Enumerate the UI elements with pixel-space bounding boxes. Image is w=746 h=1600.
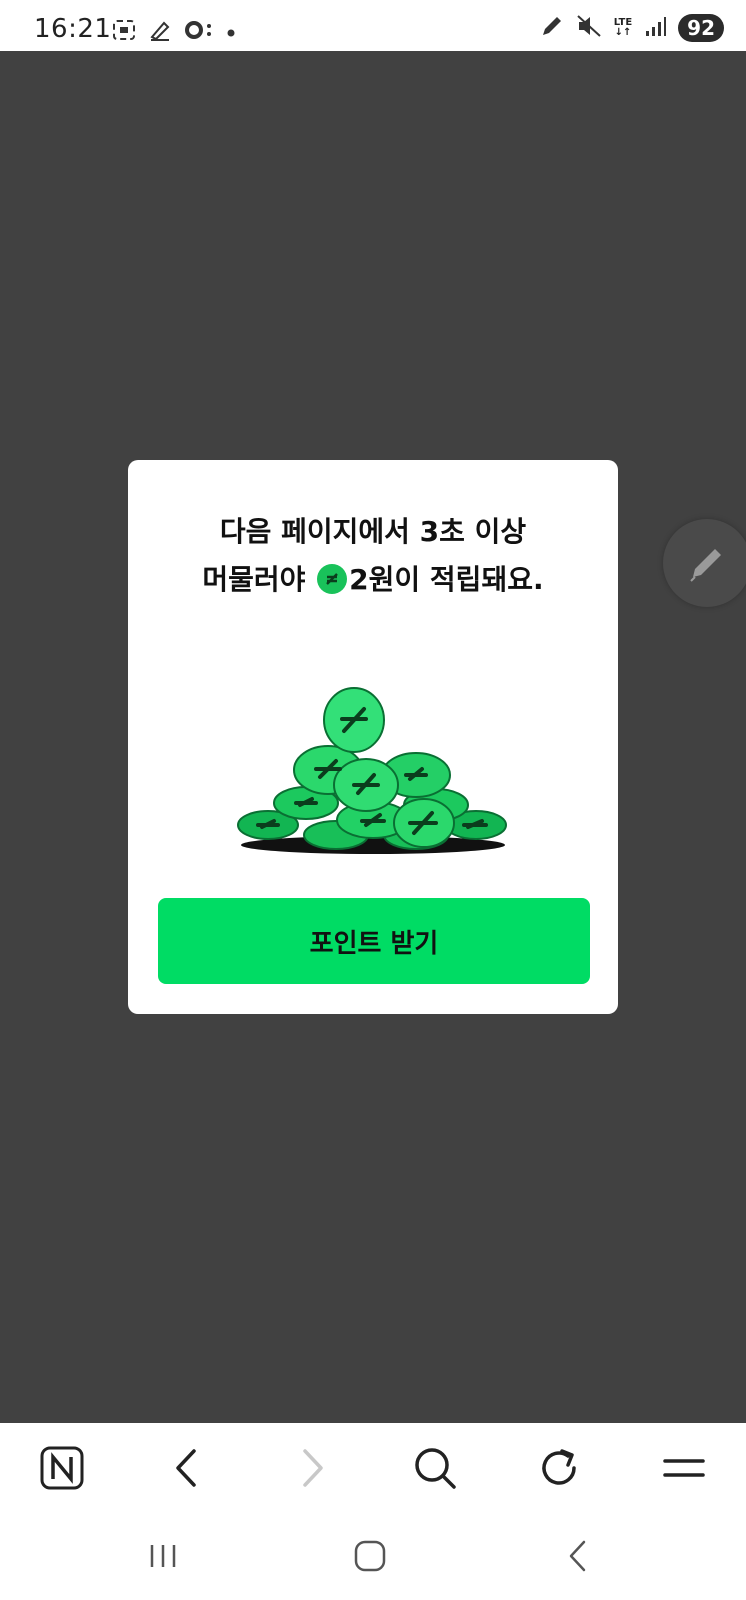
naver-coin-icon [317,564,348,594]
back-button[interactable] [160,1441,214,1495]
dialog-line1: 다음 페이지에서 3초 이상 [219,515,527,548]
line2-prefix: 머물러야 [202,563,316,596]
pencil-edit-icon [690,549,721,582]
search-icon [415,1448,456,1489]
forward-button[interactable] [285,1441,339,1495]
refresh-icon [542,1449,576,1485]
naver-home-icon [40,1446,84,1490]
menu-icon [663,1459,705,1477]
dialog-message: 다음 페이지에서 3초 이상 머물러야 2원이 적립돼요. [128,508,618,604]
system-back-button[interactable] [553,1531,603,1581]
link-icon [184,20,214,44]
signal-icon [644,15,667,41]
recent-apps-icon [150,1545,176,1567]
recent-apps-button[interactable] [138,1531,188,1581]
home-button[interactable] [345,1531,395,1581]
status-bar: 16:21 LTE ↓↑ 92 [0,0,746,51]
home-icon [354,1540,386,1572]
battery-icon: 92 [678,14,724,42]
refresh-button[interactable] [532,1441,586,1495]
system-nav-bar [0,1513,746,1600]
line2-suffix: 2원이 적립돼요. [349,563,544,596]
mute-icon [576,14,602,42]
naver-home-button[interactable] [35,1441,89,1495]
coin-pile-icon [237,687,507,854]
back-icon [176,1449,196,1487]
status-time: 16:21 [34,14,112,44]
status-left-icons [112,19,236,45]
get-points-button[interactable]: 포인트 받기 [158,898,590,984]
lte-icon: LTE ↓↑ [613,17,633,38]
system-back-icon [569,1540,586,1572]
dialog-line2: 머물러야 2원이 적립돼요. [128,556,618,604]
pen-icon [540,14,564,42]
network-label: LTE [613,17,633,28]
dot-icon [226,23,236,42]
status-right-icons: LTE ↓↑ 92 [540,14,724,42]
search-button[interactable] [408,1441,462,1495]
edit-button[interactable] [663,519,746,607]
screenshot-icon [112,19,136,45]
menu-button[interactable] [657,1441,711,1495]
browser-toolbar [0,1423,746,1513]
point-dialog: 다음 페이지에서 3초 이상 머물러야 2원이 적립돼요. 포인트 받기 [128,460,618,1014]
pencil-icon [148,19,172,45]
forward-icon [303,1449,323,1487]
